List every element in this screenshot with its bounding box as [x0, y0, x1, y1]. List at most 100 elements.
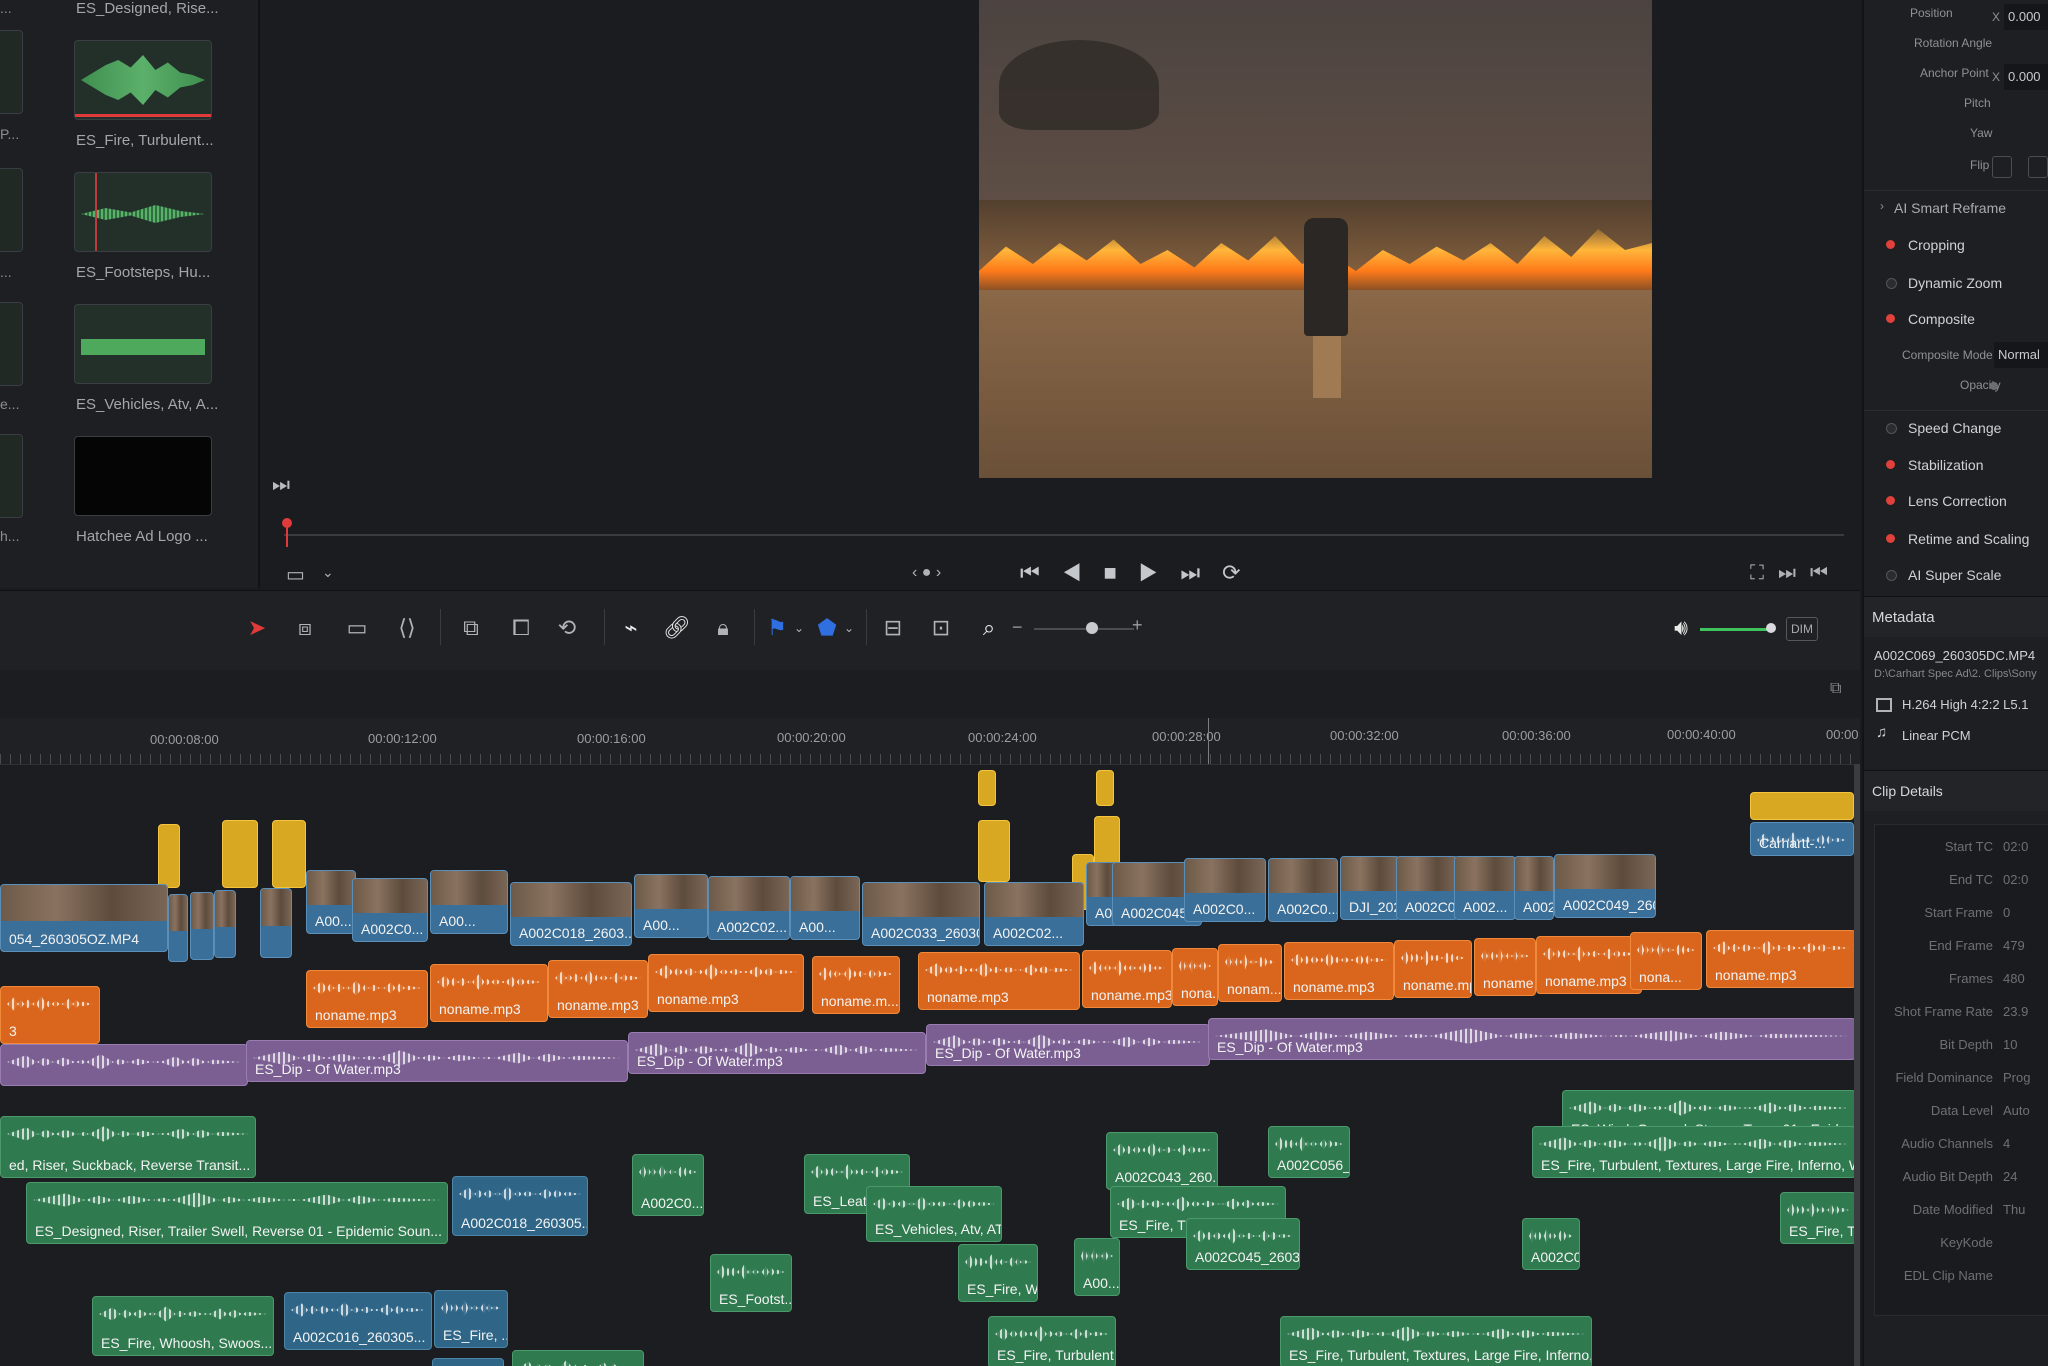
- timeline-ruler[interactable]: 00:00:08:00 00:00:12:00 00:00:16:00 00:00:2…: [0, 718, 1860, 765]
- audio-clip[interactable]: ES_Fire, W...: [958, 1244, 1038, 1302]
- audio-clip[interactable]: ES_Dip - Of Water.mp3: [246, 1040, 628, 1082]
- scrubber-track[interactable]: [284, 534, 1844, 536]
- audio-clip[interactable]: noname.mp3: [648, 954, 804, 1012]
- audio-clip[interactable]: ES_Dip - Of Water.mp3: [1208, 1018, 1856, 1060]
- section-speed-change[interactable]: Speed Change: [1864, 410, 2048, 445]
- title-clip[interactable]: [1096, 770, 1114, 806]
- loop-icon[interactable]: ⟳: [1222, 560, 1262, 585]
- selection-tool-icon[interactable]: ➤: [242, 613, 272, 643]
- flip-horizontal-button[interactable]: [1992, 156, 2012, 178]
- video-preview[interactable]: [979, 0, 1652, 478]
- anchor-x-field[interactable]: 0.000: [2004, 64, 2048, 90]
- section-dynamic-zoom[interactable]: Dynamic Zoom: [1864, 266, 2048, 300]
- audio-clip[interactable]: ES_Fire, Turbulent, Textures, Large Fire…: [1280, 1316, 1592, 1366]
- audio-clip[interactable]: ES_Vehicles, Atv, AT...: [866, 1186, 1002, 1242]
- video-clip[interactable]: A002C0...: [1184, 858, 1266, 922]
- video-clip[interactable]: [260, 888, 292, 958]
- volume-slider-fill[interactable]: [1700, 628, 1772, 631]
- audio-clip[interactable]: noname.mp3: [306, 970, 428, 1028]
- overwrite-clip-icon[interactable]: ⧠: [506, 613, 536, 643]
- video-clip[interactable]: A002C02...: [708, 876, 790, 940]
- chevron-down-icon[interactable]: ⌄: [784, 613, 814, 643]
- section-ai-smart-reframe[interactable]: › AI Smart Reframe: [1864, 190, 2048, 225]
- section-toggle-dot[interactable]: [1886, 496, 1895, 505]
- stop-icon[interactable]: ■: [1103, 560, 1138, 585]
- media-thumbnail[interactable]: [0, 434, 23, 518]
- timeline-tracks[interactable]: 054_260305OZ.MP4 A00... A002C0... A00... A00…: [0, 764, 1860, 1366]
- audio-clip[interactable]: nona...: [1172, 948, 1218, 1006]
- audio-clip[interactable]: noname...: [1474, 938, 1536, 996]
- link-icon[interactable]: 🔗︎: [662, 613, 692, 643]
- video-clip[interactable]: A00...: [790, 876, 860, 940]
- section-toggle-dot[interactable]: [1886, 534, 1895, 543]
- match-frame-icon[interactable]: ⏮: [1810, 562, 1842, 584]
- title-clip[interactable]: [222, 820, 258, 888]
- audio-clip[interactable]: noname.mp3: [918, 952, 1080, 1010]
- play-icon[interactable]: ▶: [1139, 560, 1181, 585]
- audio-clip[interactable]: ES_Footst...: [710, 1254, 792, 1312]
- audio-clip[interactable]: noname.mp3: [430, 964, 548, 1022]
- audio-clip[interactable]: A002C018_260305...: [452, 1176, 588, 1236]
- audio-clip[interactable]: ES_Fire, Turbulent, T...: [988, 1316, 1116, 1366]
- fullscreen-icon[interactable]: ⛶: [1750, 562, 1778, 584]
- composite-mode-select[interactable]: Normal: [1994, 342, 2048, 368]
- audio-clip[interactable]: [0, 1044, 248, 1086]
- blade-tool-icon[interactable]: ▭: [342, 613, 372, 643]
- video-clip[interactable]: A002C0...: [352, 878, 428, 942]
- section-ai-super-scale[interactable]: AI Super Scale: [1864, 558, 2048, 592]
- audio-clip[interactable]: A002C043_260...: [1106, 1132, 1218, 1190]
- audio-clip[interactable]: noname.m...: [812, 956, 900, 1014]
- flip-vertical-button[interactable]: [2028, 156, 2048, 178]
- insert-clip-icon[interactable]: ⧉: [456, 613, 486, 643]
- video-clip[interactable]: [190, 892, 214, 960]
- section-composite[interactable]: Composite: [1864, 302, 2048, 336]
- timeline-scrollbar[interactable]: [1854, 764, 1860, 1366]
- audio-clip[interactable]: ES_Dip - Of Water.mp3: [628, 1032, 926, 1074]
- video-clip[interactable]: A002...: [1454, 856, 1516, 920]
- audio-clip[interactable]: nonam...: [1218, 944, 1282, 1002]
- audio-clip[interactable]: ES_Fire, Whoosh, Swoos...: [92, 1296, 274, 1356]
- title-clip[interactable]: [978, 820, 1010, 882]
- video-clip[interactable]: A002C018_2603...: [510, 882, 632, 946]
- audio-clip[interactable]: 3: [0, 986, 100, 1044]
- media-thumbnail[interactable]: [0, 168, 23, 252]
- video-clip[interactable]: A00...: [634, 874, 708, 938]
- video-clip[interactable]: A002C033_26030...: [862, 882, 980, 946]
- timeline-playhead[interactable]: [1208, 718, 1209, 764]
- zoom-in-button[interactable]: +: [1132, 615, 1143, 636]
- section-toggle-dot[interactable]: [1886, 314, 1895, 323]
- zoom-full-icon[interactable]: ⊟: [878, 613, 908, 643]
- zoom-out-button[interactable]: −: [1012, 617, 1023, 638]
- video-clip[interactable]: A002C02...: [984, 882, 1084, 946]
- audio-clip[interactable]: A002C0...: [1522, 1218, 1580, 1270]
- jog-control[interactable]: ‹ ● ›: [912, 564, 941, 582]
- audio-clip[interactable]: A00...: [1074, 1238, 1120, 1296]
- audio-clip[interactable]: ES_Designed, Riser, Trailer Swell, Rever…: [26, 1182, 448, 1244]
- dim-button[interactable]: DIM: [1786, 617, 1818, 641]
- video-clip[interactable]: A002C0...: [1396, 856, 1458, 920]
- chevron-down-icon[interactable]: ⌄: [834, 613, 864, 643]
- section-toggle-dot[interactable]: [1886, 240, 1895, 249]
- video-clip[interactable]: DJI_202...: [1340, 856, 1400, 920]
- lock-icon[interactable]: 🔒︎: [708, 613, 738, 643]
- audio-clip[interactable]: noname.mp3: [1536, 936, 1642, 994]
- zoom-custom-icon[interactable]: ⌕: [974, 613, 1004, 643]
- section-toggle-dot[interactable]: [1886, 460, 1895, 469]
- media-thumbnail[interactable]: [0, 302, 23, 386]
- audio-clip[interactable]: ed, Riser, Suckback, Reverse Transit...: [0, 1116, 256, 1178]
- title-clip[interactable]: [272, 820, 306, 888]
- video-clip[interactable]: A002C064_2603...: [1514, 856, 1554, 920]
- audio-clip[interactable]: A002C056_...: [1268, 1126, 1350, 1178]
- section-retime-and-scaling[interactable]: Retime and Scaling: [1864, 522, 2048, 556]
- chevron-down-icon[interactable]: ⌄: [322, 564, 334, 581]
- replace-clip-icon[interactable]: ⟲: [552, 613, 582, 643]
- section-stabilization[interactable]: Stabilization: [1864, 448, 2048, 482]
- zoom-detail-icon[interactable]: ⊡: [926, 613, 956, 643]
- video-clip[interactable]: A00...: [306, 870, 356, 934]
- zoom-slider-track[interactable]: [1034, 628, 1134, 630]
- trim-tool-icon[interactable]: ⧈: [290, 613, 320, 643]
- skip-to-end-icon[interactable]: ⏭: [1180, 560, 1222, 585]
- media-thumbnail[interactable]: [74, 40, 212, 120]
- dynamic-trim-icon[interactable]: ⟨⟩: [392, 613, 422, 643]
- go-to-end-icon[interactable]: ⏭: [272, 474, 290, 497]
